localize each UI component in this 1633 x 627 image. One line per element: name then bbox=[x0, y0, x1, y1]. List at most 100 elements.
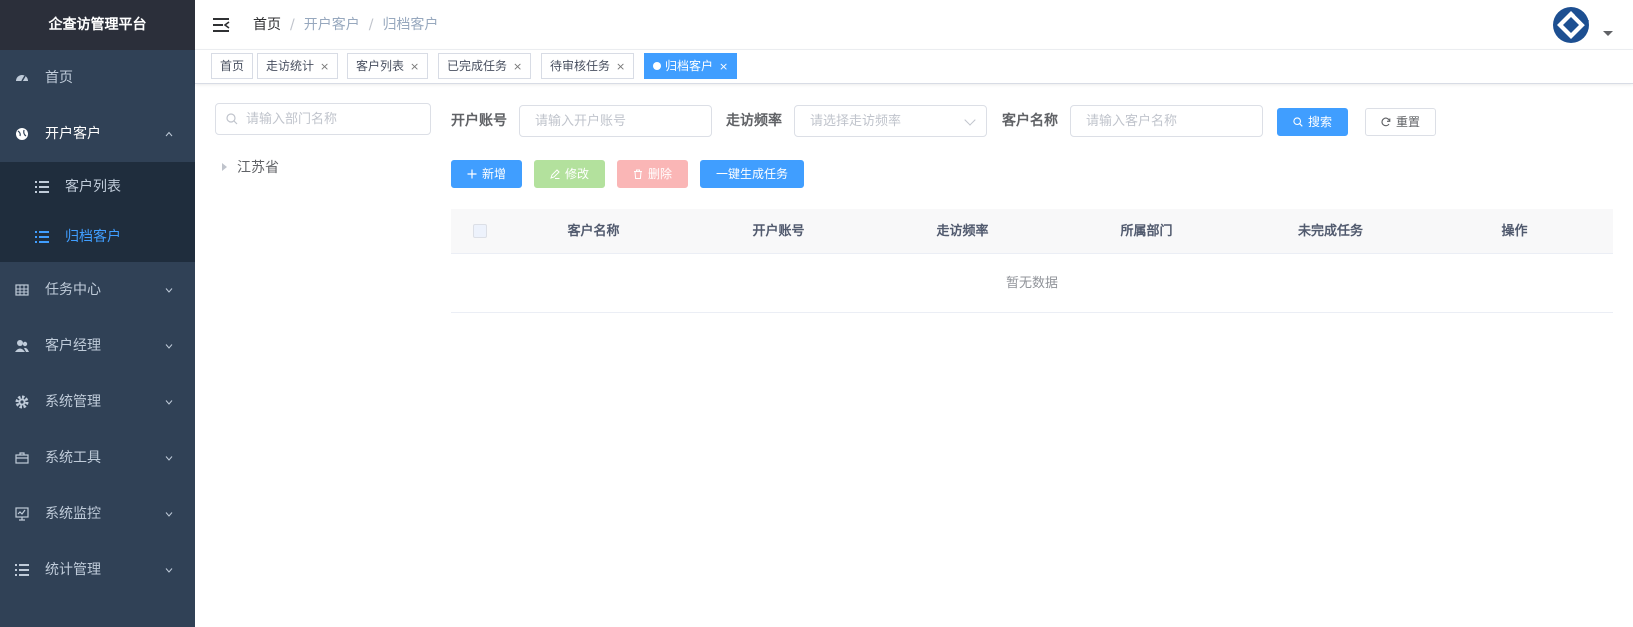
sidebar-item-label: 客户经理 bbox=[45, 338, 101, 354]
customer-name-field bbox=[1070, 105, 1263, 137]
delete-button[interactable]: 删除 bbox=[617, 160, 689, 188]
sidebar-item-label: 统计管理 bbox=[45, 562, 101, 578]
reset-button[interactable]: 重置 bbox=[1365, 108, 1437, 136]
generate-tasks-label: 一键生成任务 bbox=[716, 167, 789, 181]
account-input[interactable] bbox=[520, 106, 711, 136]
column-header: 开户账号 bbox=[752, 224, 805, 239]
edit-button-label: 修改 bbox=[565, 167, 590, 181]
caret-right-icon[interactable] bbox=[222, 163, 227, 171]
sidebar-item-account-customers[interactable]: 开户客户 bbox=[0, 106, 195, 162]
sidebar: 企查访管理平台 首页 开户客户 客户列表 归档客户 任务中心 客户经理 系统管理 bbox=[0, 0, 195, 627]
tree-node-label: 江苏省 bbox=[237, 160, 279, 176]
close-icon[interactable]: × bbox=[410, 55, 419, 79]
add-button-label: 新增 bbox=[482, 167, 507, 181]
customer-name-label: 客户名称 bbox=[1002, 113, 1058, 129]
account-label: 开户账号 bbox=[451, 113, 507, 129]
tag-label: 已完成任务 bbox=[447, 59, 508, 73]
customer-name-input[interactable] bbox=[1071, 106, 1262, 136]
sidebar-item-label: 系统监控 bbox=[45, 506, 101, 522]
column-header: 所属部门 bbox=[1120, 224, 1173, 239]
chevron-down-icon bbox=[165, 568, 173, 573]
sidebar-item-customer-list[interactable]: 客户列表 bbox=[0, 162, 195, 212]
globe-icon bbox=[16, 128, 28, 140]
active-dot-icon bbox=[653, 62, 661, 70]
tag-customer-list[interactable]: 客户列表 × bbox=[347, 53, 429, 79]
sidebar-item-label: 开户客户 bbox=[45, 126, 101, 142]
generate-tasks-button[interactable]: 一键生成任务 bbox=[700, 160, 805, 188]
close-icon[interactable]: × bbox=[616, 55, 625, 79]
tag-home[interactable]: 首页 bbox=[211, 53, 254, 79]
table-header: 客户名称 开户账号 走访频率 所属部门 未完成任务 操作 bbox=[451, 209, 1613, 254]
column-header: 客户名称 bbox=[567, 224, 620, 239]
search-button[interactable]: 搜索 bbox=[1277, 108, 1349, 136]
chevron-down-icon bbox=[165, 512, 173, 517]
tag-archived-customers[interactable]: 归档客户 × bbox=[644, 53, 738, 79]
tag-label: 客户列表 bbox=[356, 59, 405, 73]
list-icon bbox=[15, 564, 29, 576]
avatar[interactable] bbox=[1551, 5, 1591, 45]
tag-label: 首页 bbox=[220, 59, 245, 73]
chevron-up-icon bbox=[165, 131, 173, 137]
submenu-account-customers: 客户列表 归档客户 bbox=[0, 162, 195, 262]
tree-node-jiangsu[interactable]: 江苏省 bbox=[222, 158, 279, 178]
breadcrumb-separator: / bbox=[368, 17, 374, 33]
close-icon[interactable]: × bbox=[320, 55, 329, 79]
search-icon bbox=[1293, 117, 1303, 127]
tag-pending-review-tasks[interactable]: 待审核任务 × bbox=[541, 53, 635, 79]
user-dropdown-caret-icon[interactable] bbox=[1603, 31, 1613, 36]
sidebar-item-account-managers[interactable]: 客户经理 bbox=[0, 318, 195, 374]
table-icon bbox=[15, 284, 29, 296]
tag-label: 待审核任务 bbox=[550, 59, 611, 73]
sidebar-item-statistics[interactable]: 统计管理 bbox=[0, 542, 195, 598]
empty-text: 暂无数据 bbox=[451, 254, 1613, 313]
account-field bbox=[519, 105, 712, 137]
peoples-icon bbox=[15, 340, 29, 352]
toolbox-icon bbox=[15, 452, 29, 464]
hamburger-icon[interactable] bbox=[211, 15, 231, 35]
monitor-icon bbox=[15, 507, 29, 521]
add-button[interactable]: 新增 bbox=[451, 160, 523, 188]
edit-button[interactable]: 修改 bbox=[534, 160, 606, 188]
column-header: 操作 bbox=[1501, 224, 1528, 239]
gear-icon bbox=[15, 395, 29, 409]
column-header: 未完成任务 bbox=[1297, 224, 1363, 239]
list-icon bbox=[35, 181, 49, 193]
search-icon bbox=[226, 113, 238, 125]
close-icon[interactable]: × bbox=[513, 55, 522, 79]
reset-button-label: 重置 bbox=[1396, 115, 1421, 129]
dept-search-box bbox=[215, 103, 431, 135]
select-all-checkbox[interactable] bbox=[473, 224, 487, 238]
sidebar-item-label: 系统管理 bbox=[45, 394, 101, 410]
close-icon[interactable]: × bbox=[719, 55, 728, 79]
sidebar-item-task-center[interactable]: 任务中心 bbox=[0, 262, 195, 318]
sidebar-item-system-monitoring[interactable]: 系统监控 bbox=[0, 486, 195, 542]
edit-icon bbox=[550, 169, 560, 179]
tag-completed-tasks[interactable]: 已完成任务 × bbox=[438, 53, 532, 79]
search-button-label: 搜索 bbox=[1308, 115, 1333, 129]
plus-icon bbox=[467, 169, 477, 179]
frequency-input[interactable] bbox=[795, 106, 986, 136]
column-header: 走访频率 bbox=[936, 224, 989, 239]
sidebar-item-archived-customers[interactable]: 归档客户 bbox=[0, 212, 195, 262]
breadcrumb-home[interactable]: 首页 bbox=[253, 17, 281, 33]
breadcrumb-separator: / bbox=[290, 17, 295, 33]
sidebar-item-system-management[interactable]: 系统管理 bbox=[0, 374, 195, 430]
sidebar-item-system-tools[interactable]: 系统工具 bbox=[0, 430, 195, 486]
tag-label: 归档客户 bbox=[665, 59, 714, 73]
refresh-icon bbox=[1381, 117, 1391, 127]
dept-search-input[interactable] bbox=[246, 104, 426, 134]
sidebar-item-label: 客户列表 bbox=[65, 179, 121, 195]
sidebar-item-label: 系统工具 bbox=[45, 450, 101, 466]
sidebar-item-home[interactable]: 首页 bbox=[0, 50, 195, 106]
list-icon bbox=[35, 231, 49, 243]
sidebar-item-label: 归档客户 bbox=[65, 229, 121, 245]
breadcrumb: 首页 / 开户客户 / 归档客户 bbox=[253, 0, 438, 50]
chevron-down-icon bbox=[165, 400, 173, 405]
tag-visit-statistics[interactable]: 走访统计 × bbox=[257, 53, 339, 79]
breadcrumb-account-customers[interactable]: 开户客户 bbox=[304, 17, 360, 33]
delete-button-label: 删除 bbox=[648, 167, 673, 181]
frequency-label: 走访频率 bbox=[726, 113, 782, 129]
trash-icon bbox=[634, 169, 642, 179]
sidebar-item-label: 任务中心 bbox=[45, 282, 101, 298]
frequency-select[interactable] bbox=[794, 105, 987, 137]
